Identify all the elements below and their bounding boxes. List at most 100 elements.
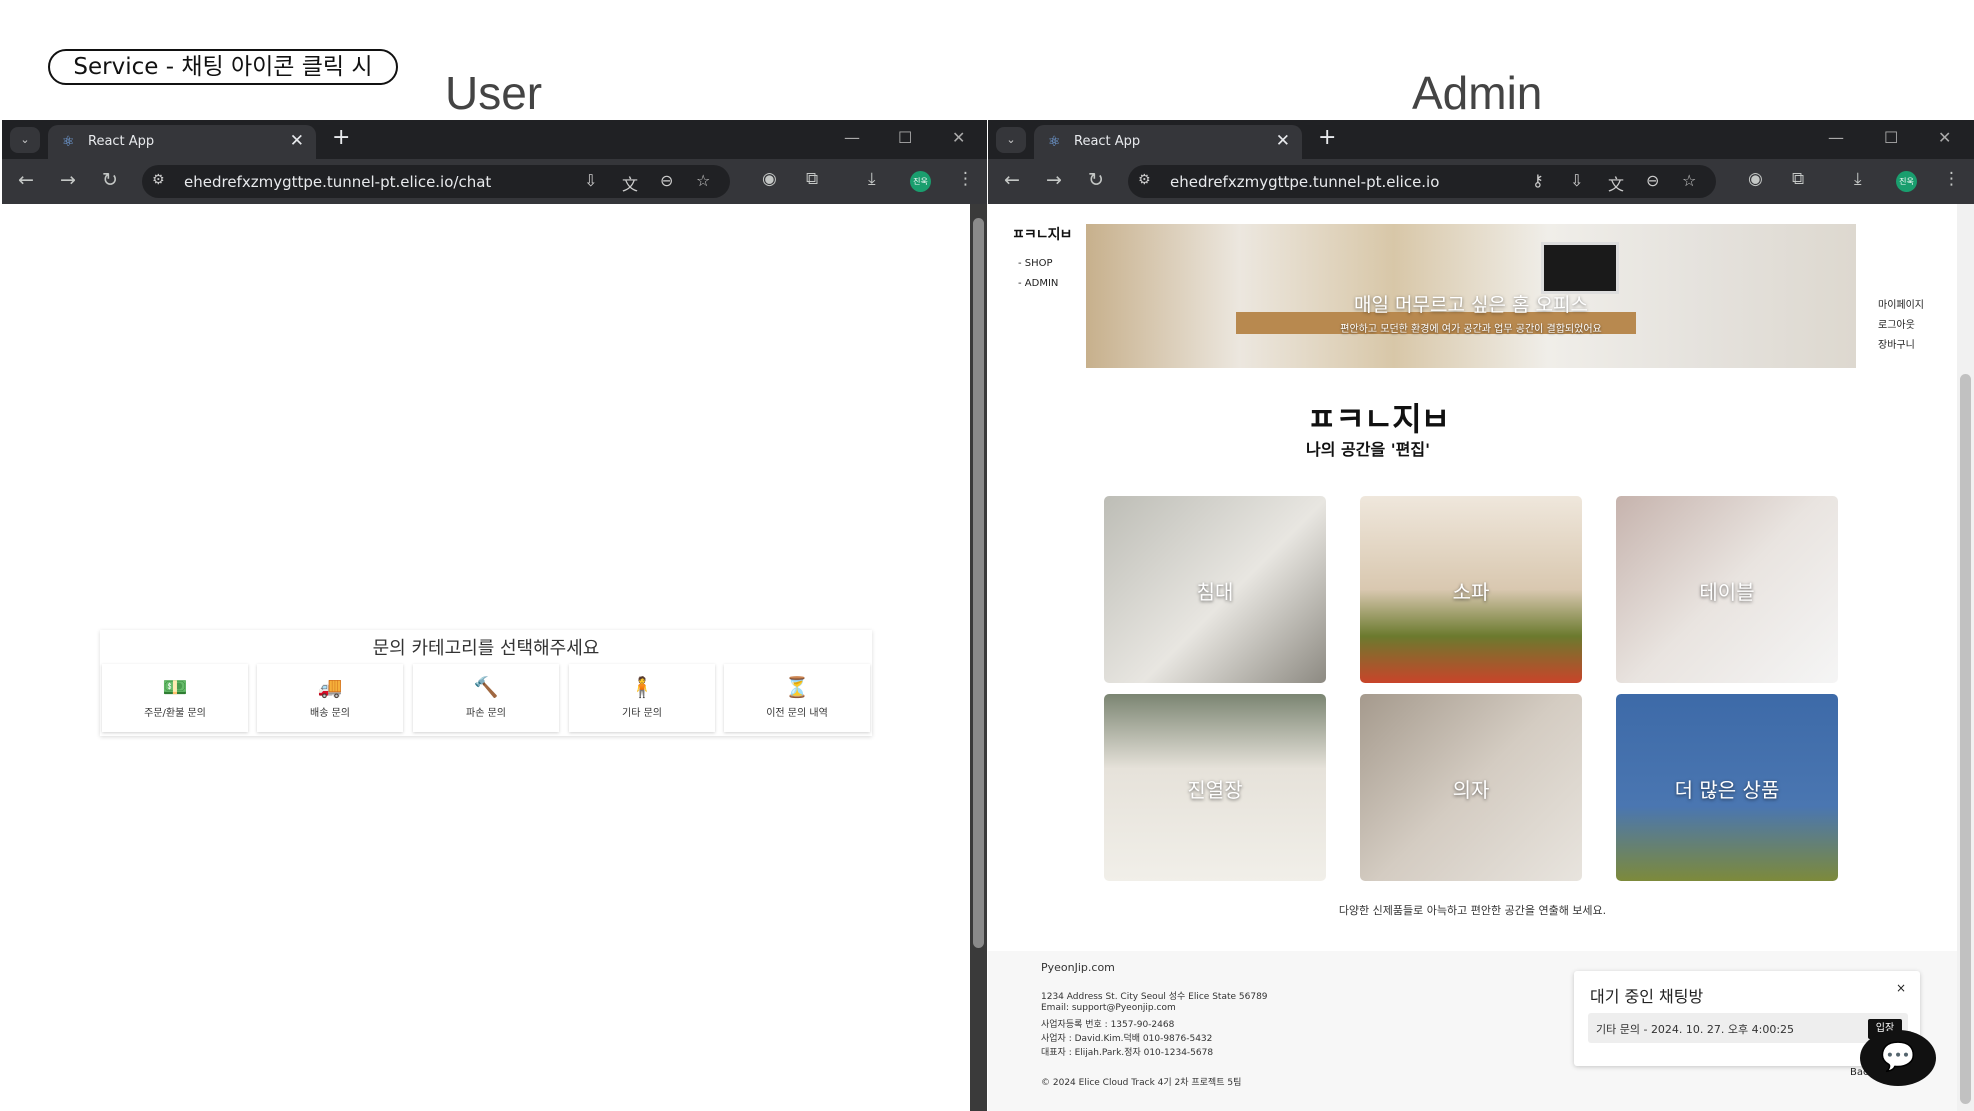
brand-logo: ㅍㅋㄴ지ㅂ xyxy=(1306,400,1450,438)
category-order-refund[interactable]: 💵 주문/환불 문의 xyxy=(102,664,248,732)
password-key-icon[interactable]: ⚷ xyxy=(1532,171,1544,190)
tile-label: 진열장 xyxy=(1187,778,1243,802)
install-app-icon[interactable]: ⇩ xyxy=(1570,171,1583,190)
category-label: 이전 문의 내역 xyxy=(766,708,828,719)
scrollbar-thumb[interactable] xyxy=(973,218,984,948)
tab-search-button[interactable]: ⌄ xyxy=(10,127,40,153)
close-window-button[interactable]: ✕ xyxy=(952,128,965,147)
category-tile-sofa[interactable]: 소파 xyxy=(1360,496,1582,683)
category-delivery[interactable]: 🚚 배송 문의 xyxy=(257,664,403,732)
downloads-icon[interactable]: ⤓ xyxy=(868,169,876,189)
browser-tab[interactable]: ⚛ React App ✕ xyxy=(48,125,316,159)
category-tile-table[interactable]: 테이블 xyxy=(1616,496,1838,683)
toolbar: ← → ↻ ⚙ ehedrefxzmygttpe.tunnel-pt.elice… xyxy=(988,159,1974,204)
nav-admin[interactable]: - ADMIN xyxy=(1018,278,1058,289)
tab-bar: ⌄ ⚛ React App ✕ + — ☐ ✕ xyxy=(2,120,987,159)
category-tile-more[interactable]: 더 많은 상품 xyxy=(1616,694,1838,881)
profile-avatar[interactable]: 진욱 xyxy=(1896,171,1917,192)
nav-shop-label: SHOP xyxy=(1024,258,1053,269)
tile-label: 의자 xyxy=(1452,778,1490,802)
profile-avatar[interactable]: 진욱 xyxy=(910,171,931,192)
back-button[interactable]: ← xyxy=(18,169,34,191)
category-other[interactable]: 🧍 기타 문의 xyxy=(569,664,715,732)
extension-globe-icon[interactable]: ◉ xyxy=(762,169,777,189)
tab-close-icon[interactable]: ✕ xyxy=(1276,131,1290,151)
forward-button[interactable]: → xyxy=(1046,169,1062,191)
minimize-button[interactable]: — xyxy=(1828,128,1844,147)
category-history[interactable]: ⏳ 이전 문의 내역 xyxy=(724,664,870,732)
new-tab-button[interactable]: + xyxy=(332,125,350,150)
browser-menu-icon[interactable]: ⋮ xyxy=(957,169,974,189)
site-logo[interactable]: ㅍㅋㄴ지ㅂ xyxy=(1012,224,1072,244)
url-text: ehedrefxzmygttpe.tunnel-pt.elice.io/chat xyxy=(184,173,492,191)
footer-copyright: © 2024 Elice Cloud Track 4기 2차 프로젝트 5팀 xyxy=(1041,1078,1242,1088)
footer-address: 1234 Address St. City Seoul 성수 Elice Sta… xyxy=(1041,992,1268,1002)
zoom-icon[interactable]: ⊖ xyxy=(1646,171,1659,190)
translate-icon[interactable]: 文 xyxy=(622,171,638,195)
category-tile-bed[interactable]: 침대 xyxy=(1104,496,1326,683)
footer-ceo: 대표자 : Elijah.Park.정자 010-1234-5678 xyxy=(1041,1048,1214,1058)
site-info-icon[interactable]: ⚙ xyxy=(1138,172,1151,188)
tab-title: React App xyxy=(1074,134,1141,149)
new-tab-button[interactable]: + xyxy=(1318,125,1336,150)
downloads-icon[interactable]: ⤓ xyxy=(1854,169,1862,189)
extensions-puzzle-icon[interactable]: ⧉ xyxy=(1792,169,1804,189)
maximize-button[interactable]: ☐ xyxy=(1884,128,1898,147)
banner-title: 매일 머무르고 싶은 홈 오피스 xyxy=(1354,294,1588,316)
link-cart[interactable]: 장바구니 xyxy=(1878,336,1915,351)
category-tile-cabinet[interactable]: 진열장 xyxy=(1104,694,1326,881)
address-bar[interactable]: ⚙ ehedrefxzmygttpe.tunnel-pt.elice.io/ch… xyxy=(142,165,730,198)
waiting-chat-item: 기타 문의 - 2024. 10. 27. 오후 4:00:25 입장 xyxy=(1588,1013,1908,1043)
link-mypage[interactable]: 마이페이지 xyxy=(1878,296,1924,311)
maximize-button[interactable]: ☐ xyxy=(898,128,912,147)
site-info-icon[interactable]: ⚙ xyxy=(152,172,165,188)
browser-menu-icon[interactable]: ⋮ xyxy=(1943,169,1960,189)
translate-icon[interactable]: 文 xyxy=(1608,171,1624,195)
extension-globe-icon[interactable]: ◉ xyxy=(1748,169,1763,189)
scrollbar[interactable] xyxy=(1957,204,1974,1111)
tab-close-icon[interactable]: ✕ xyxy=(290,131,304,151)
hero-banner[interactable]: 매일 머무르고 싶은 홈 오피스 편안하고 모던한 환경에 여가 공간과 업무 … xyxy=(1086,224,1856,368)
url-text: ehedrefxzmygttpe.tunnel-pt.elice.io xyxy=(1170,173,1440,191)
admin-page-content: ㅍㅋㄴ지ㅂ - SHOP - ADMIN 매일 머무르고 싶은 홈 오피스 편안… xyxy=(988,204,1974,1111)
nav-shop[interactable]: - SHOP xyxy=(1018,258,1053,269)
zoom-icon[interactable]: ⊖ xyxy=(660,171,673,190)
close-window-button[interactable]: ✕ xyxy=(1938,128,1951,147)
reload-button[interactable]: ↻ xyxy=(1088,169,1104,191)
banner-monitor-image xyxy=(1541,242,1619,294)
service-label: Service - 채팅 아이콘 클릭 시 xyxy=(48,49,398,85)
person-icon: 🧍 xyxy=(629,675,655,699)
user-browser-window: ⌄ ⚛ React App ✕ + — ☐ ✕ ← → ↻ ⚙ ehedrefx… xyxy=(2,120,987,1111)
tile-label: 침대 xyxy=(1196,580,1234,604)
tile-label: 더 많은 상품 xyxy=(1674,778,1780,802)
address-bar[interactable]: ⚙ ehedrefxzmygttpe.tunnel-pt.elice.io ⚷ … xyxy=(1128,165,1716,198)
category-damage[interactable]: 🔨 파손 문의 xyxy=(413,664,559,732)
category-tile-chair[interactable]: 의자 xyxy=(1360,694,1582,881)
hammer-icon: 🔨 xyxy=(473,675,499,699)
extensions-puzzle-icon[interactable]: ⧉ xyxy=(806,169,818,189)
waiting-chat-title: 대기 중인 채팅방 xyxy=(1590,987,1704,1006)
browser-tab[interactable]: ⚛ React App ✕ xyxy=(1034,125,1302,159)
chat-bubble-icon[interactable]: 💬 xyxy=(1860,1030,1936,1086)
link-logout[interactable]: 로그아웃 xyxy=(1878,316,1915,331)
truck-icon: 🚚 xyxy=(317,675,343,699)
scrollbar-thumb[interactable] xyxy=(1960,374,1971,1104)
scrollbar[interactable] xyxy=(970,204,987,1111)
reload-button[interactable]: ↻ xyxy=(102,169,118,191)
tab-title: React App xyxy=(88,134,155,149)
page-description: 다양한 신제품들로 아늑하고 편안한 공간을 연출해 보세요. xyxy=(1338,904,1607,917)
tile-label: 소파 xyxy=(1452,580,1490,604)
user-page-content: 문의 카테고리를 선택해주세요 💵 주문/환불 문의 🚚 배송 문의 🔨 파손 … xyxy=(2,204,987,1111)
bookmark-star-icon[interactable]: ☆ xyxy=(696,171,710,190)
close-icon[interactable]: × xyxy=(1896,981,1906,995)
back-button[interactable]: ← xyxy=(1004,169,1020,191)
user-title: User xyxy=(445,67,543,119)
footer-site: PyeonJip.com xyxy=(1041,961,1115,974)
tab-search-button[interactable]: ⌄ xyxy=(996,127,1026,153)
waiting-chat-item-label: 기타 문의 - 2024. 10. 27. 오후 4:00:25 xyxy=(1596,1023,1795,1036)
minimize-button[interactable]: — xyxy=(844,128,860,147)
category-label: 파손 문의 xyxy=(466,708,506,719)
forward-button[interactable]: → xyxy=(60,169,76,191)
install-app-icon[interactable]: ⇩ xyxy=(584,171,597,190)
bookmark-star-icon[interactable]: ☆ xyxy=(1682,171,1696,190)
